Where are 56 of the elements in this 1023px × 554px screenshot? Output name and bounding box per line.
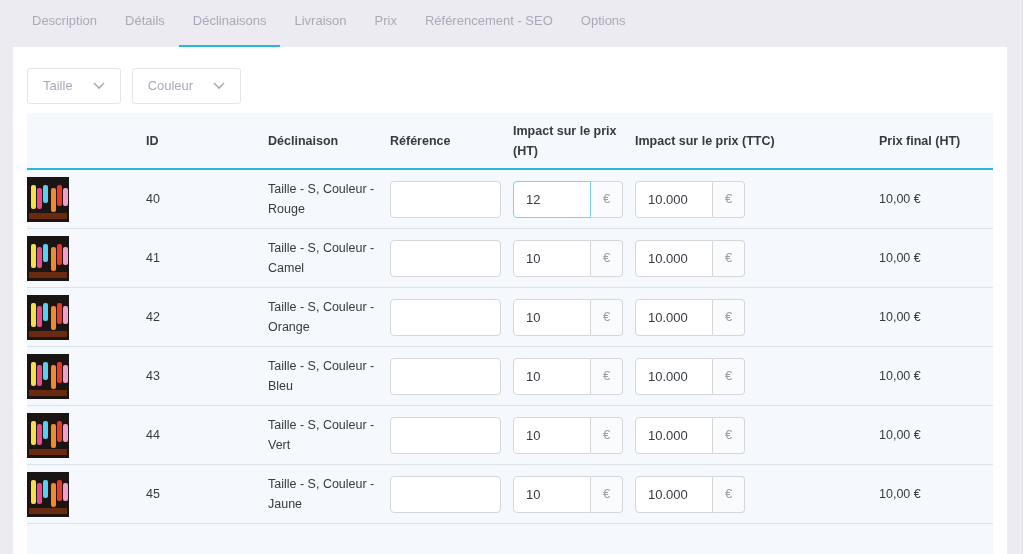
column-header: Impact sur le prix (TTC) (635, 132, 776, 150)
table-cell-text: 10,00 € (879, 485, 922, 503)
currency-addon: € (591, 298, 623, 336)
reference-input[interactable] (390, 298, 501, 336)
price-input[interactable]: 10 (513, 416, 591, 454)
column-header: Impact sur le prix (HT) (513, 122, 618, 160)
price-input[interactable]: 12 (513, 180, 591, 218)
currency-addon: € (591, 239, 623, 277)
price-input[interactable]: 10 (513, 239, 591, 277)
column-header: Référence (390, 132, 452, 150)
currency-addon: € (591, 180, 623, 218)
currency-addon: € (591, 357, 623, 395)
table-cell-text: 10,00 € (879, 367, 922, 385)
table-cell-text: 10,00 € (879, 190, 922, 208)
price-input[interactable]: 10.000 (635, 416, 713, 454)
table-cell-text: Taille - S, Couleur - Bleu (268, 358, 376, 395)
price-input[interactable]: 10 (513, 357, 591, 395)
price-input[interactable]: 10.000 (635, 239, 713, 277)
price-input[interactable]: 10.000 (635, 475, 713, 513)
table-cell-text: Taille - S, Couleur - Vert (268, 417, 376, 454)
table-cell-text: Taille - S, Couleur - Rouge (268, 181, 376, 218)
chevron-down-icon (92, 82, 105, 90)
reference-input[interactable] (390, 239, 501, 277)
reference-input[interactable] (390, 357, 501, 395)
currency-addon: € (713, 416, 745, 454)
price-input[interactable]: 10.000 (635, 357, 713, 395)
reference-input[interactable] (390, 180, 501, 218)
currency-addon: € (591, 416, 623, 454)
table-cell-text: 44 (146, 426, 161, 444)
table-cell-text: 41 (146, 249, 161, 267)
table-cell-text: Taille - S, Couleur - Orange (268, 299, 376, 336)
column-header: Déclinaison (268, 132, 340, 150)
reference-input[interactable] (390, 475, 501, 513)
table-cell-text: Taille - S, Couleur - Jaune (268, 476, 376, 513)
table-cell-text: 10,00 € (879, 426, 922, 444)
column-header: Prix final (HT) (879, 132, 962, 150)
price-input[interactable]: 10.000 (635, 180, 713, 218)
currency-addon: € (713, 475, 745, 513)
chevron-down-icon (213, 82, 226, 90)
table-cell-text: 42 (146, 308, 161, 326)
currency-addon: € (713, 180, 745, 218)
table-cell-text: 45 (146, 485, 161, 503)
currency-addon: € (713, 239, 745, 277)
table-cell-text: 10,00 € (879, 308, 922, 326)
table-cell-text: 43 (146, 367, 161, 385)
currency-addon: € (713, 298, 745, 336)
table-cell-text: 10,00 € (879, 249, 922, 267)
price-input[interactable]: 10 (513, 475, 591, 513)
currency-addon: € (713, 357, 745, 395)
reference-input[interactable] (390, 416, 501, 454)
currency-addon: € (591, 475, 623, 513)
table-cell-text: 40 (146, 190, 161, 208)
price-input[interactable]: 10.000 (635, 298, 713, 336)
table-cell-text: Taille - S, Couleur - Camel (268, 240, 376, 277)
column-header: ID (146, 132, 160, 150)
price-input[interactable]: 10 (513, 298, 591, 336)
